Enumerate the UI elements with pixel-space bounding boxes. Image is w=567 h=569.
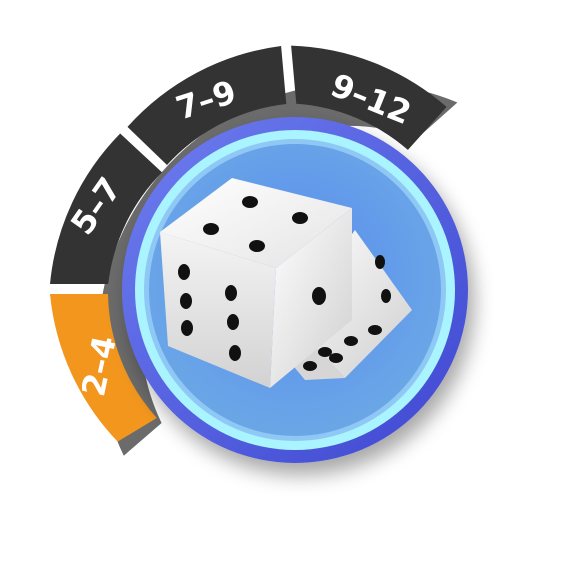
dice-widget-canvas: 2–4 5–7 7–9 9–12 — [50, 45, 468, 463]
dice-roll-widget: 2–4 5–7 7–9 9–12 — [0, 0, 567, 569]
